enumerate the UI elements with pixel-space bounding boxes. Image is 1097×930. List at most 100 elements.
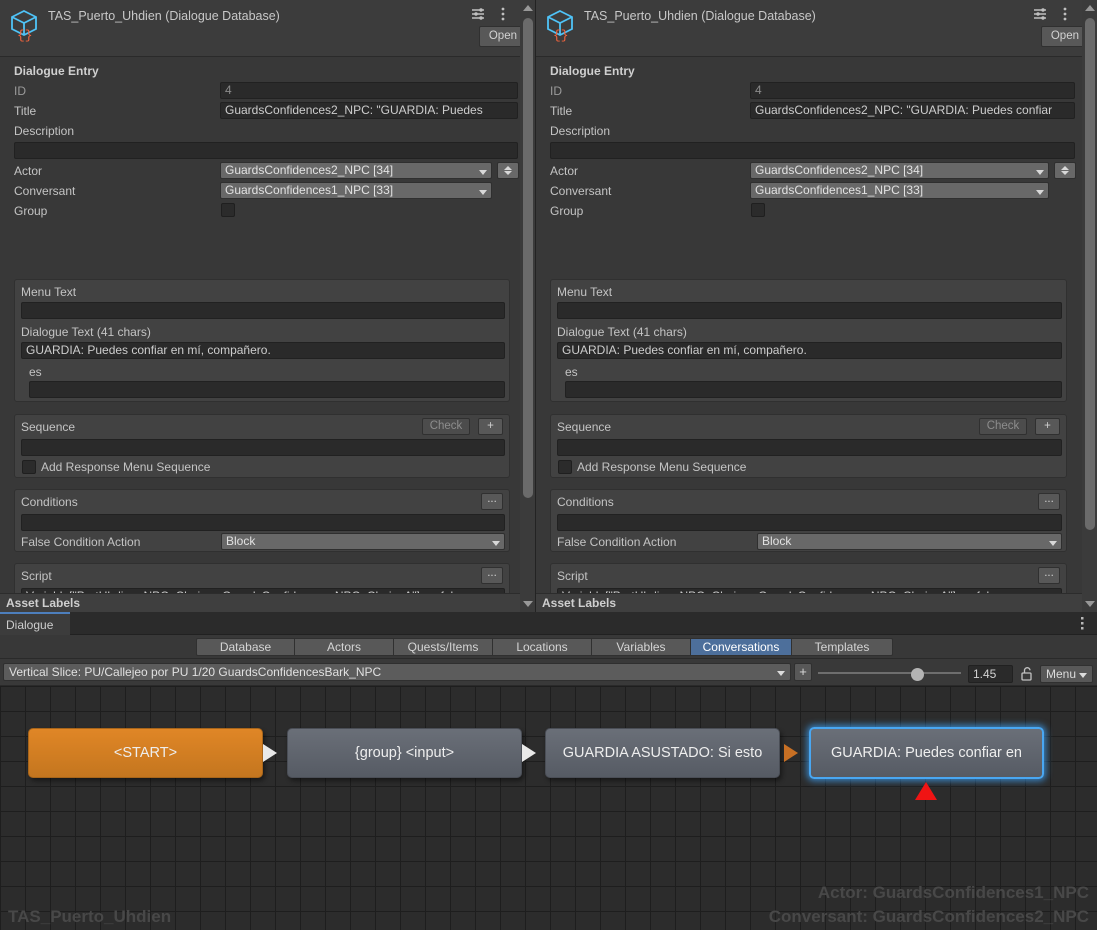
conversant-label: Conversant (14, 184, 76, 198)
actor-dropdown[interactable]: GuardsConfidences2_NPC [34] (220, 162, 492, 179)
add-response-menu-sequence-checkbox[interactable] (558, 460, 572, 474)
conditions-group-box: Conditions ... False Condition Action Bl… (14, 489, 510, 552)
node-label: <START> (113, 745, 178, 761)
preset-settings-icon[interactable] (470, 6, 486, 22)
node-group-input[interactable]: {group} <input> (287, 728, 522, 778)
zoom-value-field[interactable]: 1.45 (968, 665, 1013, 683)
scrollbar-thumb[interactable] (1085, 18, 1095, 530)
canvas-menu-dropdown[interactable]: Menu (1040, 665, 1093, 683)
menu-text-field[interactable] (21, 302, 505, 319)
menu-text-field[interactable] (557, 302, 1062, 319)
node-guardia-puedes-confiar[interactable]: GUARDIA: Puedes confiar en (809, 727, 1044, 779)
description-field[interactable] (550, 142, 1075, 159)
language-code-label: es (565, 365, 578, 379)
title-field[interactable]: GuardsConfidences2_NPC: "GUARDIA: Puedes (220, 102, 518, 119)
conditions-field[interactable] (557, 514, 1062, 531)
conditions-ellipsis-button[interactable]: ... (481, 493, 503, 510)
conditions-field[interactable] (21, 514, 505, 531)
inspector-scrollbar-left[interactable] (520, 0, 535, 612)
inspector-panel-left: {} TAS_Puerto_Uhdien (Dialogue Database)… (0, 0, 536, 648)
inspector-header-left: {} TAS_Puerto_Uhdien (Dialogue Database)… (0, 0, 535, 57)
sequence-field[interactable] (557, 439, 1062, 456)
add-response-menu-sequence-checkbox[interactable] (22, 460, 36, 474)
actor-dropdown[interactable]: GuardsConfidences2_NPC [34] (750, 162, 1049, 179)
false-condition-action-label: False Condition Action (557, 535, 677, 549)
group-checkbox[interactable] (751, 203, 765, 217)
tab-actors[interactable]: Actors (295, 638, 394, 656)
dialogue-text-label: Dialogue Text (41 chars) (21, 325, 151, 339)
dialogue-text-field[interactable]: GUARDIA: Puedes confiar en mí, compañero… (557, 342, 1062, 359)
tab-quests-items[interactable]: Quests/Items (394, 638, 493, 656)
add-conversation-button[interactable]: + (794, 663, 812, 681)
id-field: 4 (750, 82, 1075, 99)
tab-templates[interactable]: Templates (792, 638, 893, 656)
language-code-label: es (29, 365, 42, 379)
dialogue-text-field[interactable]: GUARDIA: Puedes confiar en mí, compañero… (21, 342, 505, 359)
asset-labels-bar-right[interactable]: Asset Labels (536, 593, 1097, 612)
title-field[interactable]: GuardsConfidences2_NPC: "GUARDIA: Puedes… (750, 102, 1075, 119)
sequence-check-button[interactable]: Check (979, 418, 1027, 435)
conversation-selector-dropdown[interactable]: Vertical Slice: PU/Callejeo por PU 1/20 … (3, 663, 791, 681)
sequence-group-box: Sequence Check + Add Response Menu Seque… (550, 414, 1067, 478)
script-label: Script (557, 569, 588, 583)
dialogue-node-canvas[interactable]: <START> {group} <input> GUARDIA ASUSTADO… (0, 686, 1097, 930)
sequence-add-button[interactable]: + (478, 418, 503, 435)
tab-database[interactable]: Database (196, 638, 295, 656)
false-condition-action-dropdown[interactable]: Block (221, 533, 505, 550)
conditions-group-box: Conditions ... False Condition Action Bl… (550, 489, 1067, 552)
tab-conversations[interactable]: Conversations (691, 638, 792, 656)
script-ellipsis-button[interactable]: ... (1038, 567, 1060, 584)
conversant-dropdown[interactable]: GuardsConfidences1_NPC [33] (220, 182, 492, 199)
script-ellipsis-button[interactable]: ... (481, 567, 503, 584)
asset-labels-bar-left[interactable]: Asset Labels (0, 593, 535, 612)
asset-labels-label: Asset Labels (6, 596, 81, 610)
sequence-field[interactable] (21, 439, 505, 456)
sequence-add-button[interactable]: + (1035, 418, 1060, 435)
database-tabs: Database Actors Quests/Items Locations V… (196, 638, 893, 656)
inspector-header-right: {} TAS_Puerto_Uhdien (Dialogue Database)… (536, 0, 1097, 57)
text-group-box: Menu Text Dialogue Text (41 chars) GUARD… (550, 279, 1067, 402)
unlocked-padlock-icon[interactable] (1020, 666, 1034, 682)
conversant-dropdown[interactable]: GuardsConfidences1_NPC [33] (750, 182, 1049, 199)
asset-title: TAS_Puerto_Uhdien (Dialogue Database) (48, 9, 280, 23)
scroll-up-arrow-icon[interactable] (1085, 5, 1095, 11)
scroll-down-arrow-icon[interactable] (523, 601, 533, 607)
zoom-slider-handle[interactable] (911, 668, 924, 681)
script-label: Script (21, 569, 52, 583)
language-text-field[interactable] (29, 381, 505, 398)
add-response-menu-sequence-label: Add Response Menu Sequence (577, 460, 747, 474)
canvas-actor-line: Actor: GuardsConfidences1_NPC (817, 883, 1089, 902)
editor-window-tabstrip: Dialogue (0, 612, 1097, 635)
more-options-icon[interactable] (495, 6, 511, 22)
actor-stepper[interactable] (1054, 162, 1076, 179)
scrollbar-thumb[interactable] (523, 18, 533, 498)
description-label: Description (550, 124, 611, 138)
more-options-icon[interactable] (1057, 6, 1073, 22)
more-options-icon[interactable] (1075, 616, 1089, 631)
node-guardia-asustado[interactable]: GUARDIA ASUSTADO: Si esto (545, 728, 780, 778)
tab-dialogue[interactable]: Dialogue (0, 612, 70, 635)
preset-settings-icon[interactable] (1032, 6, 1048, 22)
node-start[interactable]: <START> (28, 728, 263, 778)
sequence-label: Sequence (557, 420, 612, 434)
false-condition-action-dropdown[interactable]: Block (757, 533, 1062, 550)
node-label: GUARDIA ASUSTADO: Si esto (562, 745, 763, 761)
id-label: ID (550, 84, 562, 98)
scroll-up-arrow-icon[interactable] (523, 5, 533, 11)
menu-text-label: Menu Text (557, 285, 613, 299)
svg-text:{}: {} (17, 28, 33, 42)
group-checkbox[interactable] (221, 203, 235, 217)
sequence-check-button[interactable]: Check (422, 418, 470, 435)
conditions-ellipsis-button[interactable]: ... (1038, 493, 1060, 510)
link-arrow-group-to-asustado (522, 744, 536, 762)
canvas-conversant-line: Conversant: GuardsConfidences2_NPC (768, 907, 1089, 926)
scroll-down-arrow-icon[interactable] (1085, 601, 1095, 607)
actor-stepper[interactable] (497, 162, 519, 179)
inspector-scrollbar-right[interactable] (1082, 0, 1097, 612)
language-text-field[interactable] (565, 381, 1062, 398)
zoom-slider-track[interactable] (818, 672, 961, 674)
description-field[interactable] (14, 142, 518, 159)
selected-node-marker-icon (915, 782, 937, 800)
tab-locations[interactable]: Locations (493, 638, 592, 656)
tab-variables[interactable]: Variables (592, 638, 691, 656)
